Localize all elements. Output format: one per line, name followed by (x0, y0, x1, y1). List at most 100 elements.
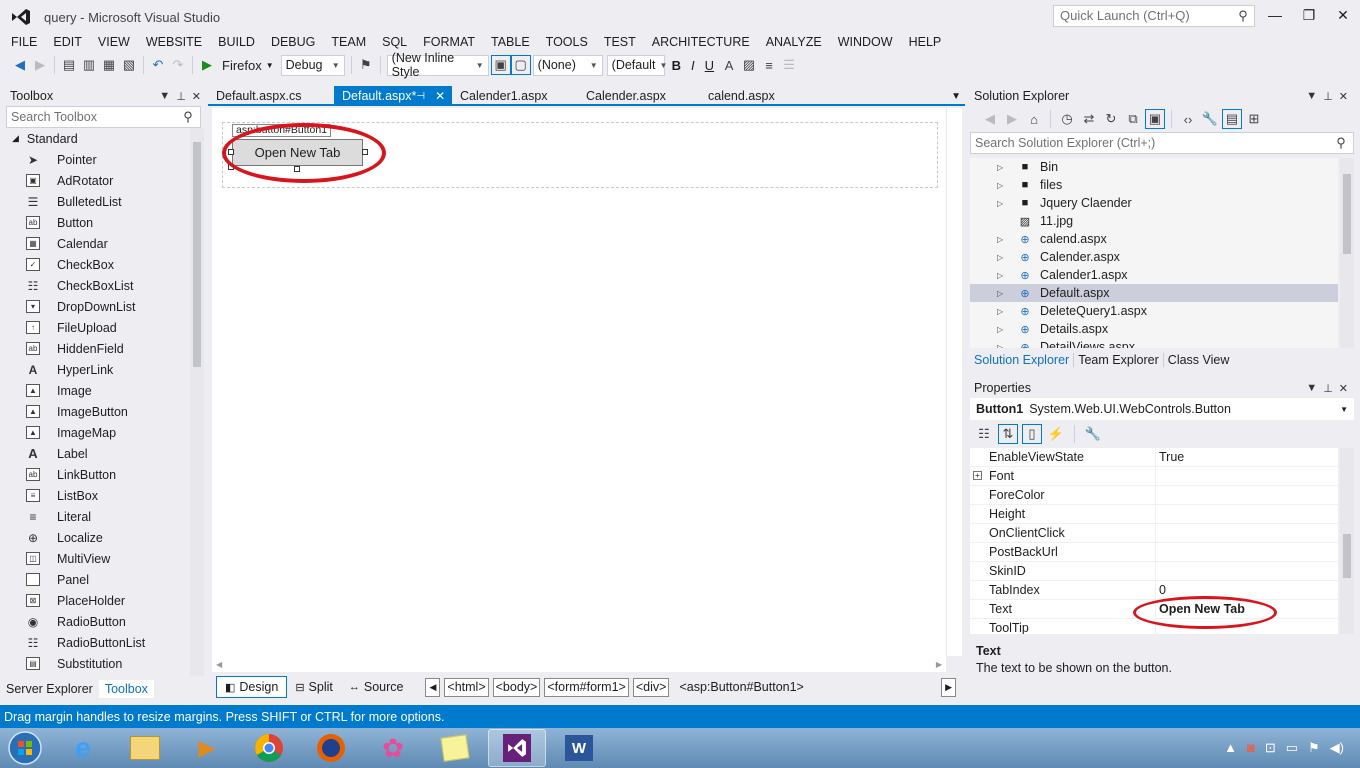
tree-item-default-aspx[interactable]: ▷ ⊕ Default.aspx (970, 284, 1338, 302)
toolbox-item[interactable]: ⊠ PlaceHolder (0, 590, 190, 611)
history-icon[interactable]: ◷ (1057, 109, 1077, 129)
menu-edit[interactable]: EDIT (45, 33, 89, 51)
find-in-files-icon[interactable]: ⚑ (356, 55, 376, 75)
expand-icon[interactable]: ▷ (997, 325, 1011, 334)
browser-dropdown[interactable]: Firefox ▼ (217, 58, 279, 73)
tab-team-explorer[interactable]: Team Explorer (1074, 353, 1164, 367)
alphabetical-icon[interactable]: ⇅ (998, 424, 1018, 444)
property-value[interactable]: 0 (1156, 583, 1166, 597)
tree-item-calend-aspx[interactable]: ▷ ⊕ calend.aspx (970, 230, 1338, 248)
undo-icon[interactable]: ↶ (148, 55, 168, 75)
expand-icon[interactable]: ▷ (997, 343, 1011, 349)
taskbar-visual-studio[interactable] (488, 729, 546, 767)
expand-icon[interactable]: ▷ (997, 199, 1011, 208)
toolbox-item[interactable]: Panel (0, 569, 190, 590)
forward-icon[interactable]: ▶ (30, 55, 50, 75)
toolbox-item[interactable]: A HyperLink (0, 359, 190, 380)
menu-test[interactable]: TEST (596, 33, 644, 51)
restore-button[interactable]: ❐ (1292, 4, 1326, 26)
save-all-icon[interactable]: ▧ (119, 55, 139, 75)
design-surface[interactable] (212, 108, 946, 656)
tree-item-details-aspx[interactable]: ▷ ⊕ Details.aspx (970, 320, 1338, 338)
bold-button[interactable]: B (667, 58, 686, 73)
bullets-icon[interactable]: ☰ (779, 55, 799, 75)
scroll-thumb[interactable] (1343, 174, 1351, 254)
toolbox-item[interactable]: ⊕ Localize (0, 527, 190, 548)
properties-scrollbar[interactable] (1340, 448, 1354, 634)
crumb-form[interactable]: <form#form1> (544, 677, 629, 697)
close-window-button[interactable]: ✕ (1326, 4, 1360, 26)
editor-vertical-scrollbar[interactable] (946, 108, 962, 656)
toolbox-group-standard[interactable]: ◢ Standard (0, 128, 190, 149)
crumb-current[interactable]: <asp:Button#Button1> (679, 680, 803, 694)
tab-class-view[interactable]: Class View (1164, 353, 1234, 367)
start-debugging-icon[interactable]: ▶ (197, 55, 217, 75)
toolbox-item[interactable]: ▲ Image (0, 380, 190, 401)
tree-item-jquery-claender[interactable]: ▷ ■ Jquery Claender (970, 194, 1338, 212)
save-icon[interactable]: ▦ (99, 55, 119, 75)
tree-item-deletequery1-aspx[interactable]: ▷ ⊕ DeleteQuery1.aspx (970, 302, 1338, 320)
toolbox-item[interactable]: ◉ RadioButton (0, 611, 190, 632)
expand-icon[interactable]: ▷ (997, 289, 1011, 298)
scroll-right-icon[interactable]: ▶ (936, 660, 942, 669)
crumb-prev-icon[interactable]: ◀ (425, 677, 441, 697)
close-icon[interactable]: ✕ (435, 89, 445, 103)
crumb-html[interactable]: <html> (444, 677, 489, 697)
align-icon[interactable]: ≡ (759, 55, 779, 75)
menu-debug[interactable]: DEBUG (263, 33, 323, 51)
taskbar-file-explorer[interactable] (116, 729, 174, 767)
toolbox-scrollbar[interactable] (190, 128, 204, 676)
tree-item-calender-aspx[interactable]: ▷ ⊕ Calender.aspx (970, 248, 1338, 266)
tab-overflow-icon[interactable]: ▼ (951, 91, 961, 102)
style-dropdown[interactable]: (New Inline Style ▼ (386, 51, 489, 79)
collapse-all-icon[interactable]: ⧉ (1123, 109, 1143, 129)
toolbox-item[interactable]: ▤ Substitution (0, 653, 190, 674)
property-row[interactable]: TabIndex 0 (970, 580, 1338, 600)
font-color-icon[interactable]: A (719, 55, 739, 75)
tab-server-explorer[interactable]: Server Explorer (0, 680, 99, 698)
expand-icon[interactable]: ▷ (997, 253, 1011, 262)
preview-icon[interactable]: ▤ (1222, 109, 1242, 129)
taskbar-sticky-notes[interactable] (426, 729, 484, 767)
taskbar-media-player[interactable]: ▶ (178, 729, 236, 767)
panel-menu-icon[interactable]: ▼ (1306, 90, 1317, 103)
toolbox-item[interactable]: ◫ MultiView (0, 548, 190, 569)
taskbar-internet-explorer[interactable]: e (54, 729, 112, 767)
tab-calender-aspx[interactable]: Calender.aspx (578, 86, 700, 106)
toolbox-item[interactable]: ab LinkButton (0, 464, 190, 485)
show-hidden-icons-icon[interactable]: ▲ (1224, 740, 1237, 756)
target-dropdown[interactable]: (None) ▼ (532, 54, 603, 76)
property-row[interactable]: SkinID (970, 561, 1338, 581)
configuration-dropdown[interactable]: Debug ▼ (280, 54, 345, 76)
property-row[interactable]: Height (970, 504, 1338, 524)
toolbox-item[interactable]: ab HiddenField (0, 338, 190, 359)
forward-icon[interactable]: ▶ (1002, 109, 1022, 129)
taskbar-chrome[interactable] (240, 729, 298, 767)
open-file-icon[interactable]: ▥ (79, 55, 99, 75)
crumb-next-icon[interactable]: ▶ (941, 677, 956, 697)
tab-default-aspx-cs[interactable]: Default.aspx.cs (208, 86, 334, 106)
target-rule-icon[interactable]: ▣ (490, 55, 511, 75)
close-icon[interactable]: ✕ (1339, 90, 1348, 103)
property-row[interactable]: PostBackUrl (970, 542, 1338, 562)
property-pages-icon[interactable]: 🔧 (1083, 424, 1103, 444)
pin-icon[interactable]: ⊥ (176, 90, 186, 103)
underline-button[interactable]: U (700, 58, 719, 73)
scroll-thumb[interactable] (193, 142, 201, 367)
menu-view[interactable]: VIEW (90, 33, 138, 51)
toolbox-item[interactable]: ▣ AdRotator (0, 170, 190, 191)
split-view-button[interactable]: ⊟ Split (287, 676, 341, 698)
menu-format[interactable]: FORMAT (415, 33, 483, 51)
tray-app-icon[interactable]: ⊡ (1265, 740, 1276, 756)
new-project-icon[interactable]: ▤ (59, 55, 79, 75)
tree-item-detailviews-aspx[interactable]: ▷ ⊕ DetailViews.aspx (970, 338, 1338, 348)
menu-help[interactable]: HELP (901, 33, 950, 51)
property-row[interactable]: EnableViewState True (970, 448, 1338, 467)
expand-icon[interactable]: ▷ (997, 163, 1011, 172)
scroll-thumb[interactable] (1343, 534, 1351, 578)
menu-website[interactable]: WEBSITE (138, 33, 210, 51)
pin-icon[interactable]: ⊣ (416, 91, 425, 102)
tab-calend-aspx[interactable]: calend.aspx (700, 86, 810, 106)
property-row[interactable]: + Font (970, 466, 1338, 486)
refresh-icon[interactable]: ↻ (1101, 109, 1121, 129)
